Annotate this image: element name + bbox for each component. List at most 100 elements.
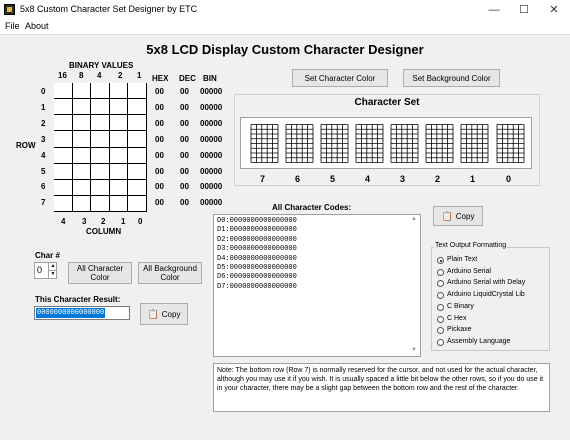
pixel-cell[interactable] — [109, 147, 129, 164]
pixel-cell[interactable] — [109, 163, 129, 180]
row-number-label: 4 — [41, 150, 46, 160]
pixel-cell[interactable] — [54, 163, 73, 180]
format-option-label[interactable]: Arduino Serial with Delay — [447, 279, 525, 286]
pixel-cell[interactable] — [54, 195, 73, 212]
app-icon — [4, 4, 15, 15]
character-set-cell[interactable] — [496, 124, 525, 163]
pixel-cell[interactable] — [128, 83, 147, 100]
scroll-down-icon[interactable]: ▼ — [411, 347, 417, 353]
copy-codes-label: Copy — [455, 211, 475, 221]
pixel-cell[interactable] — [72, 163, 92, 180]
pixel-cell[interactable] — [54, 179, 73, 196]
pixel-cell[interactable] — [54, 115, 73, 132]
pixel-cell[interactable] — [109, 115, 129, 132]
set-character-color-button[interactable]: Set Character Color — [292, 69, 388, 87]
format-option-label[interactable]: Arduino Serial — [447, 268, 491, 275]
format-option-label[interactable]: C Hex — [447, 315, 466, 322]
pixel-cell[interactable] — [54, 99, 73, 116]
pixel-cell[interactable] — [128, 115, 147, 132]
pixel-cell[interactable] — [128, 147, 147, 164]
pixel-cell[interactable] — [109, 99, 129, 116]
char-number-label: Char # — [35, 251, 60, 260]
pixel-cell[interactable] — [109, 179, 129, 196]
result-label: This Character Result: — [35, 295, 121, 304]
menu-file[interactable]: File — [5, 21, 20, 31]
copy-result-button[interactable]: 📋 Copy — [140, 303, 188, 325]
pixel-cell[interactable] — [109, 195, 129, 212]
all-background-color-label-2: Color — [160, 273, 180, 282]
pixel-cell[interactable] — [72, 115, 92, 132]
char-number-spinner[interactable]: 0 ▲ ▼ — [34, 262, 57, 279]
row-bin-value: 00000 — [200, 87, 223, 96]
close-button[interactable]: ✕ — [540, 0, 568, 20]
pixel-cell[interactable] — [54, 83, 73, 100]
pixel-cell[interactable] — [91, 115, 110, 132]
pixel-editor-grid[interactable] — [54, 83, 147, 212]
pixel-cell[interactable] — [72, 195, 92, 212]
format-option-label[interactable]: Pickaxe — [447, 326, 472, 333]
pixel-cell[interactable] — [91, 163, 110, 180]
all-character-color-button[interactable]: All Character Color — [68, 262, 132, 284]
format-option-label[interactable]: C Binary — [447, 303, 474, 310]
scroll-up-icon[interactable]: ▲ — [411, 216, 417, 222]
pixel-cell[interactable] — [72, 179, 92, 196]
row-dec-value: 00 — [180, 166, 189, 176]
pixel-cell[interactable] — [72, 147, 92, 164]
row-number-label: 1 — [41, 102, 46, 112]
spinner-down-icon[interactable]: ▼ — [48, 271, 57, 278]
row-number-label: 0 — [41, 87, 46, 96]
pixel-cell[interactable] — [54, 147, 73, 164]
format-option-label[interactable]: Assembly Language — [447, 338, 510, 345]
pixel-cell[interactable] — [91, 99, 110, 116]
character-set-cell[interactable] — [355, 124, 384, 163]
all-background-color-button[interactable]: All Background Color — [138, 262, 202, 284]
character-set-cell[interactable] — [460, 124, 489, 163]
row-number-label: 3 — [41, 134, 46, 144]
pixel-cell[interactable] — [128, 195, 147, 212]
pixel-cell[interactable] — [54, 131, 73, 148]
copy-codes-button[interactable]: 📋 Copy — [433, 206, 483, 226]
minimize-button[interactable]: — — [480, 0, 508, 20]
codes-scrollbar[interactable]: ▲ ▼ — [410, 215, 420, 356]
format-radio[interactable] — [437, 338, 444, 346]
format-radio[interactable] — [437, 257, 444, 264]
character-set-title: Character Set — [354, 97, 420, 108]
pixel-cell[interactable] — [91, 179, 110, 196]
pixel-cell[interactable] — [72, 83, 92, 100]
pixel-cell[interactable] — [91, 131, 110, 148]
pixel-cell[interactable] — [91, 147, 110, 164]
pixel-cell[interactable] — [128, 131, 147, 148]
character-set-cell[interactable] — [250, 124, 279, 163]
code-line: D4:0000000000000000 — [217, 254, 297, 263]
char-number-value: 0 — [37, 265, 43, 275]
row-hex-value: 00 — [155, 198, 164, 208]
menu-about[interactable]: About — [25, 21, 49, 31]
character-set-cell[interactable] — [320, 124, 349, 163]
format-option-label[interactable]: Plain Text — [447, 256, 477, 263]
window-title: 5x8 Custom Character Set Designer by ETC — [20, 4, 198, 14]
pixel-cell[interactable] — [128, 99, 147, 116]
pixel-cell[interactable] — [128, 179, 147, 196]
character-set-cell[interactable] — [425, 124, 454, 163]
pixel-cell[interactable] — [72, 99, 92, 116]
column-number-label: 4 — [61, 217, 66, 226]
pixel-cell[interactable] — [109, 131, 129, 148]
format-radio[interactable] — [437, 268, 444, 276]
pixel-cell[interactable] — [91, 83, 110, 100]
pixel-cell[interactable] — [91, 195, 110, 212]
maximize-button[interactable]: ☐ — [510, 0, 538, 20]
format-option-label[interactable]: Arduino LiquidCrystal Lib — [447, 291, 525, 298]
codes-textarea[interactable]: D0:0000000000000000 D1:0000000000000000 D2… — [213, 214, 421, 357]
pixel-cell[interactable] — [128, 163, 147, 180]
character-set-cell[interactable] — [285, 124, 314, 163]
format-radio[interactable] — [437, 303, 444, 311]
spinner-up-icon[interactable]: ▲ — [48, 263, 57, 271]
pixel-cell[interactable] — [72, 131, 92, 148]
output-formatting-title: Text Output Formatting — [434, 242, 508, 249]
pixel-cell[interactable] — [109, 83, 129, 100]
row-bin-value: 00000 — [200, 150, 223, 160]
format-radio[interactable] — [437, 315, 444, 323]
set-background-color-button[interactable]: Set Background Color — [403, 69, 500, 87]
result-field[interactable]: 0000000000000000 — [34, 306, 130, 320]
character-set-cell[interactable] — [390, 124, 419, 163]
